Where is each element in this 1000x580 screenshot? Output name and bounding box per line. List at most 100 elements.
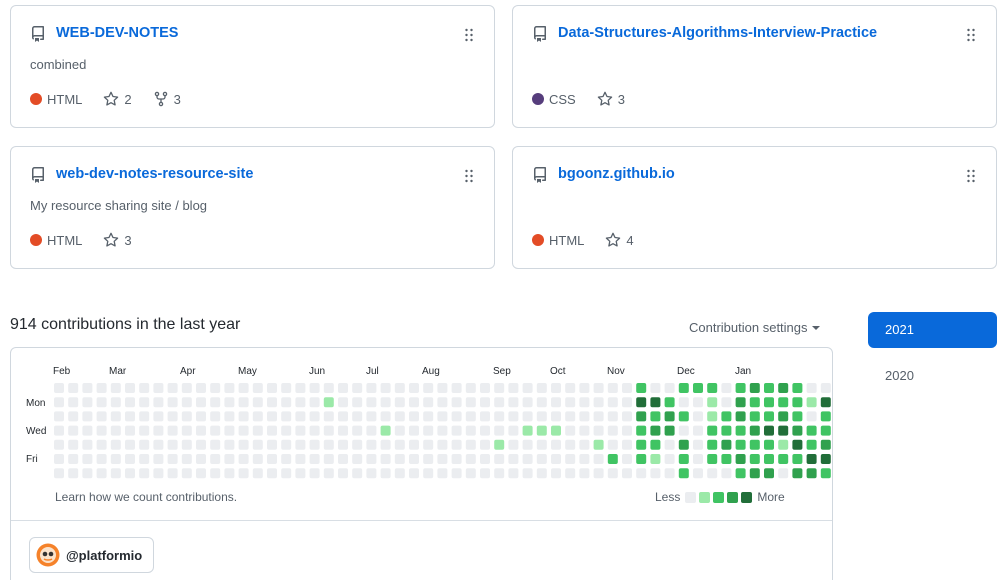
contribution-day-cell[interactable] bbox=[593, 411, 604, 422]
contribution-day-cell[interactable] bbox=[792, 468, 803, 479]
contribution-day-cell[interactable] bbox=[465, 425, 476, 436]
contribution-day-cell[interactable] bbox=[565, 454, 576, 464]
contribution-day-cell[interactable] bbox=[721, 411, 732, 422]
contribution-day-cell[interactable] bbox=[252, 425, 263, 436]
contribution-day-cell[interactable] bbox=[820, 397, 831, 408]
contribution-day-cell[interactable] bbox=[210, 411, 221, 422]
contribution-day-cell[interactable] bbox=[622, 411, 632, 422]
contribution-day-cell[interactable] bbox=[707, 439, 718, 450]
contribution-day-cell[interactable] bbox=[68, 454, 79, 464]
contribution-day-cell[interactable] bbox=[238, 468, 249, 479]
repo-name-link[interactable]: web-dev-notes-resource-site bbox=[56, 166, 253, 182]
contribution-day-cell[interactable] bbox=[480, 425, 490, 436]
contribution-day-cell[interactable] bbox=[622, 425, 632, 436]
contribution-day-cell[interactable] bbox=[437, 468, 448, 479]
contribution-day-cell[interactable] bbox=[508, 383, 519, 393]
contribution-day-cell[interactable] bbox=[352, 425, 363, 436]
contribution-day-cell[interactable] bbox=[238, 454, 249, 464]
contribution-day-cell[interactable] bbox=[54, 425, 64, 436]
contribution-day-cell[interactable] bbox=[224, 397, 235, 408]
contribution-day-cell[interactable] bbox=[295, 383, 306, 393]
contribution-day-cell[interactable] bbox=[110, 425, 121, 436]
contribution-day-cell[interactable] bbox=[480, 411, 490, 422]
contribution-day-cell[interactable] bbox=[778, 411, 789, 422]
contribution-day-cell[interactable] bbox=[536, 454, 547, 464]
contribution-day-cell[interactable] bbox=[125, 468, 135, 479]
contribution-day-cell[interactable] bbox=[579, 454, 590, 464]
contribution-day-cell[interactable] bbox=[110, 397, 121, 408]
contribution-day-cell[interactable] bbox=[579, 411, 590, 422]
contribution-day-cell[interactable] bbox=[806, 397, 817, 408]
contribution-day-cell[interactable] bbox=[494, 411, 505, 422]
contribution-day-cell[interactable] bbox=[451, 397, 462, 408]
contribution-day-cell[interactable] bbox=[181, 454, 192, 464]
contribution-day-cell[interactable] bbox=[139, 454, 150, 464]
contribution-day-cell[interactable] bbox=[423, 383, 434, 393]
contribution-day-cell[interactable] bbox=[607, 411, 618, 422]
contribution-day-cell[interactable] bbox=[423, 425, 434, 436]
contribution-day-cell[interactable] bbox=[281, 425, 292, 436]
contribution-day-cell[interactable] bbox=[423, 454, 434, 464]
contribution-day-cell[interactable] bbox=[721, 425, 732, 436]
contribution-day-cell[interactable] bbox=[508, 454, 519, 464]
contribution-day-cell[interactable] bbox=[664, 454, 675, 464]
contribution-day-cell[interactable] bbox=[465, 468, 476, 479]
contribution-day-cell[interactable] bbox=[267, 425, 277, 436]
contribution-day-cell[interactable] bbox=[210, 425, 221, 436]
repo-name-link[interactable]: Data-Structures-Algorithms-Interview-Pra… bbox=[558, 25, 877, 41]
contribution-day-cell[interactable] bbox=[323, 383, 334, 393]
contribution-day-cell[interactable] bbox=[579, 439, 590, 450]
repo-stars[interactable]: 3 bbox=[597, 91, 625, 107]
contribution-day-cell[interactable] bbox=[96, 454, 107, 464]
contribution-day-cell[interactable] bbox=[281, 411, 292, 422]
contribution-day-cell[interactable] bbox=[565, 425, 576, 436]
contribution-day-cell[interactable] bbox=[409, 425, 419, 436]
contribution-day-cell[interactable] bbox=[394, 439, 405, 450]
contribution-day-cell[interactable] bbox=[54, 397, 64, 408]
contribution-day-cell[interactable] bbox=[323, 454, 334, 464]
contribution-day-cell[interactable] bbox=[281, 383, 292, 393]
contribution-day-cell[interactable] bbox=[551, 383, 561, 393]
contribution-day-cell[interactable] bbox=[394, 397, 405, 408]
contribution-day-cell[interactable] bbox=[820, 425, 831, 436]
contribution-day-cell[interactable] bbox=[778, 468, 789, 479]
contribution-day-cell[interactable] bbox=[224, 411, 235, 422]
contribution-day-cell[interactable] bbox=[480, 383, 490, 393]
contribution-day-cell[interactable] bbox=[522, 425, 533, 436]
contribution-day-cell[interactable] bbox=[664, 468, 675, 479]
contribution-day-cell[interactable] bbox=[622, 454, 632, 464]
contribution-day-cell[interactable] bbox=[735, 383, 746, 393]
drag-handle-icon[interactable] bbox=[966, 28, 976, 42]
contribution-day-cell[interactable] bbox=[281, 439, 292, 450]
contribution-day-cell[interactable] bbox=[153, 425, 164, 436]
contribution-day-cell[interactable] bbox=[380, 425, 391, 436]
year-button-2020[interactable]: 2020 bbox=[868, 358, 997, 394]
contribution-day-cell[interactable] bbox=[352, 397, 363, 408]
contribution-day-cell[interactable] bbox=[678, 383, 689, 393]
contribution-day-cell[interactable] bbox=[622, 468, 632, 479]
contribution-day-cell[interactable] bbox=[678, 468, 689, 479]
contribution-day-cell[interactable] bbox=[139, 425, 150, 436]
contribution-day-cell[interactable] bbox=[707, 454, 718, 464]
contribution-day-cell[interactable] bbox=[721, 468, 732, 479]
contribution-day-cell[interactable] bbox=[806, 439, 817, 450]
contribution-day-cell[interactable] bbox=[579, 468, 590, 479]
contribution-day-cell[interactable] bbox=[508, 411, 519, 422]
contribution-day-cell[interactable] bbox=[522, 439, 533, 450]
contribution-day-cell[interactable] bbox=[96, 397, 107, 408]
contribution-day-cell[interactable] bbox=[693, 454, 703, 464]
contribution-day-cell[interactable] bbox=[522, 383, 533, 393]
contribution-day-cell[interactable] bbox=[494, 383, 505, 393]
contribution-day-cell[interactable] bbox=[764, 468, 774, 479]
contribution-day-cell[interactable] bbox=[82, 425, 93, 436]
contribution-day-cell[interactable] bbox=[110, 454, 121, 464]
contribution-day-cell[interactable] bbox=[267, 411, 277, 422]
contribution-day-cell[interactable] bbox=[323, 425, 334, 436]
contribution-day-cell[interactable] bbox=[323, 397, 334, 408]
contribution-day-cell[interactable] bbox=[309, 468, 320, 479]
contribution-day-cell[interactable] bbox=[778, 439, 789, 450]
contribution-day-cell[interactable] bbox=[693, 397, 703, 408]
contribution-day-cell[interactable] bbox=[281, 468, 292, 479]
contribution-day-cell[interactable] bbox=[409, 468, 419, 479]
contribution-day-cell[interactable] bbox=[778, 425, 789, 436]
